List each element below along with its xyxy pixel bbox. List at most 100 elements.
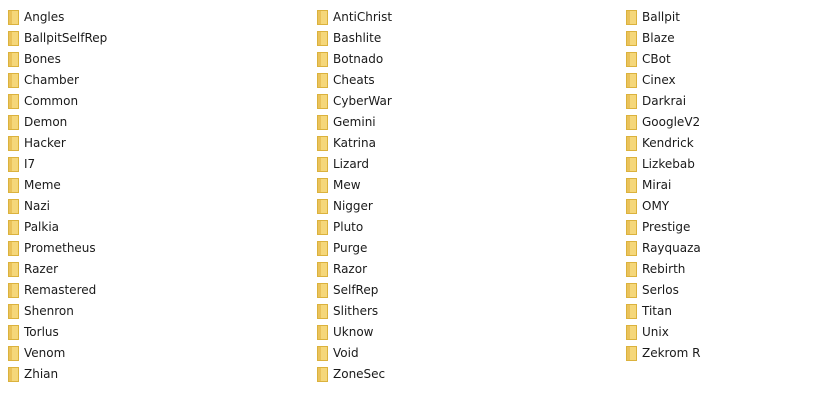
folder-icon — [8, 325, 19, 340]
folder-item[interactable]: Razor — [317, 259, 392, 280]
folder-item[interactable]: Mew — [317, 175, 392, 196]
folder-item[interactable]: Pluto — [317, 217, 392, 238]
folder-name: Zhian — [24, 367, 59, 381]
folder-icon — [626, 346, 637, 361]
folder-item[interactable]: Bashlite — [317, 28, 392, 49]
folder-item[interactable]: Bones — [8, 49, 107, 70]
folder-item[interactable]: Unix — [626, 322, 701, 343]
folder-item[interactable]: OMY — [626, 196, 701, 217]
folder-icon — [8, 199, 19, 214]
folder-item[interactable]: Angles — [8, 7, 107, 28]
folder-name: Void — [333, 346, 359, 360]
folder-item[interactable]: Shenron — [8, 301, 107, 322]
folder-icon — [317, 136, 328, 151]
folder-item[interactable]: Serlos — [626, 280, 701, 301]
folder-item[interactable]: ZoneSec — [317, 364, 392, 385]
folder-item[interactable]: Slithers — [317, 301, 392, 322]
folder-icon — [8, 241, 19, 256]
folder-item[interactable]: Cinex — [626, 70, 701, 91]
folder-item[interactable]: Botnado — [317, 49, 392, 70]
folder-icon — [8, 262, 19, 277]
folder-name: Gemini — [333, 115, 376, 129]
folder-item[interactable]: Hacker — [8, 133, 107, 154]
folder-item[interactable]: Mirai — [626, 175, 701, 196]
folder-icon — [317, 73, 328, 88]
folder-item[interactable]: SelfRep — [317, 280, 392, 301]
folder-name: Botnado — [333, 52, 384, 66]
folder-item[interactable]: Uknow — [317, 322, 392, 343]
folder-item[interactable]: Katrina — [317, 133, 392, 154]
folder-item[interactable]: I7 — [8, 154, 107, 175]
folder-item[interactable]: Torlus — [8, 322, 107, 343]
folder-icon — [8, 73, 19, 88]
folder-name: Slithers — [333, 304, 379, 318]
folder-name: Shenron — [24, 304, 74, 318]
folder-item[interactable]: Blaze — [626, 28, 701, 49]
folder-item[interactable]: Rebirth — [626, 259, 701, 280]
folder-name: AntiChrist — [333, 10, 393, 24]
folder-item[interactable]: Remastered — [8, 280, 107, 301]
folder-name: Kendrick — [642, 136, 694, 150]
folder-item[interactable]: Lizkebab — [626, 154, 701, 175]
folder-item[interactable]: AntiChrist — [317, 7, 392, 28]
folder-icon — [8, 178, 19, 193]
folder-icon — [317, 367, 328, 382]
folder-icon — [8, 115, 19, 130]
folder-item[interactable]: Darkrai — [626, 91, 701, 112]
folder-icon — [626, 220, 637, 235]
folder-icon — [8, 346, 19, 361]
folder-icon — [317, 199, 328, 214]
folder-item[interactable]: Razer — [8, 259, 107, 280]
folder-name: Prestige — [642, 220, 691, 234]
folder-name: ZoneSec — [333, 367, 386, 381]
folder-name: I7 — [24, 157, 36, 171]
folder-icon — [317, 304, 328, 319]
folder-name: Darkrai — [642, 94, 687, 108]
folder-icon — [626, 94, 637, 109]
folder-icon — [317, 115, 328, 130]
folder-item[interactable]: Zhian — [8, 364, 107, 385]
folder-list-view: Angles BallpitSelfRep Bones Chamber Common De… — [0, 0, 830, 420]
folder-item[interactable]: Common — [8, 91, 107, 112]
folder-name: Katrina — [333, 136, 376, 150]
folder-item[interactable]: Zekrom R — [626, 343, 701, 364]
folder-item[interactable]: CyberWar — [317, 91, 392, 112]
folder-item[interactable]: CBot — [626, 49, 701, 70]
folder-item[interactable]: BallpitSelfRep — [8, 28, 107, 49]
folder-icon — [8, 157, 19, 172]
folder-item[interactable]: Palkia — [8, 217, 107, 238]
folder-name: Bashlite — [333, 31, 382, 45]
folder-item[interactable]: Void — [317, 343, 392, 364]
folder-icon — [626, 157, 637, 172]
folder-item[interactable]: Nazi — [8, 196, 107, 217]
folder-name: Remastered — [24, 283, 97, 297]
folder-item[interactable]: Nigger — [317, 196, 392, 217]
folder-name: GoogleV2 — [642, 115, 701, 129]
folder-item[interactable]: Prestige — [626, 217, 701, 238]
folder-icon — [8, 220, 19, 235]
folder-item[interactable]: Chamber — [8, 70, 107, 91]
folder-name: Mew — [333, 178, 361, 192]
folder-item[interactable]: Purge — [317, 238, 392, 259]
folder-item[interactable]: Lizard — [317, 154, 392, 175]
folder-icon — [626, 73, 637, 88]
folder-name: Nigger — [333, 199, 373, 213]
folder-item[interactable]: Cheats — [317, 70, 392, 91]
folder-name: Venom — [24, 346, 66, 360]
folder-item[interactable]: Titan — [626, 301, 701, 322]
folder-item[interactable]: Rayquaza — [626, 238, 701, 259]
folder-item[interactable]: Demon — [8, 112, 107, 133]
folder-item[interactable]: Meme — [8, 175, 107, 196]
folder-item[interactable]: Kendrick — [626, 133, 701, 154]
folder-icon — [626, 136, 637, 151]
folder-item[interactable]: Gemini — [317, 112, 392, 133]
folder-item[interactable]: Prometheus — [8, 238, 107, 259]
folder-name: Blaze — [642, 31, 675, 45]
folder-column-1: Angles BallpitSelfRep Bones Chamber Common De… — [8, 7, 107, 385]
folder-item[interactable]: GoogleV2 — [626, 112, 701, 133]
folder-icon — [626, 52, 637, 67]
folder-item[interactable]: Ballpit — [626, 7, 701, 28]
folder-item[interactable]: Venom — [8, 343, 107, 364]
folder-icon — [8, 52, 19, 67]
folder-name: Pluto — [333, 220, 364, 234]
